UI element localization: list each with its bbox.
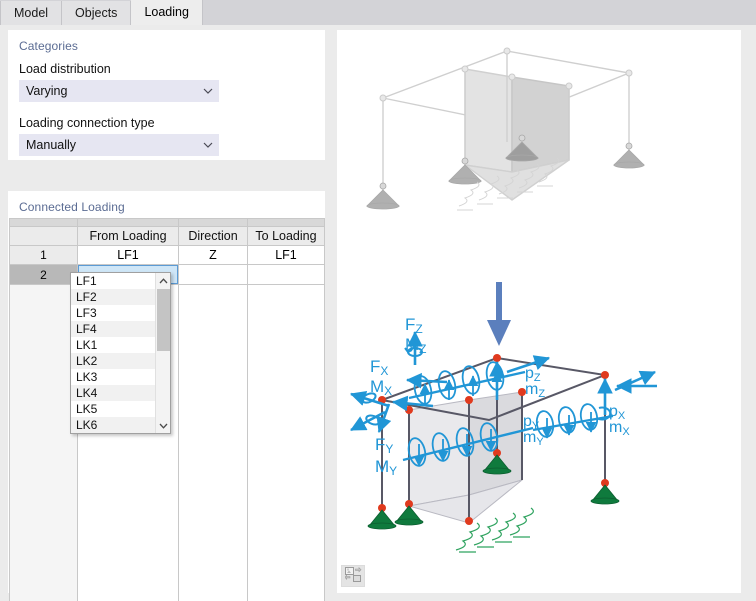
list-item[interactable]: LK1 [71, 337, 156, 353]
cell-to-loading[interactable] [247, 264, 325, 285]
dropdown-options: LF1 LF2 LF3 LF4 LK1 LK2 LK3 LK4 LK5 LK6 [71, 273, 156, 433]
insert-image-button[interactable] [341, 565, 365, 587]
list-item[interactable]: LK4 [71, 385, 156, 401]
cell-from-loading[interactable]: LF1 [77, 245, 179, 265]
label-Fy: FY [375, 435, 393, 456]
cell-direction[interactable] [178, 264, 248, 285]
subheader-cell-rownum [9, 218, 78, 227]
chevron-down-icon [203, 141, 213, 149]
structural-frame-ghost-diagram [366, 47, 645, 211]
load-distribution-combobox[interactable]: Varying [19, 80, 219, 102]
chevron-up-icon[interactable] [156, 273, 170, 288]
load-distribution-label: Load distribution [19, 62, 111, 76]
row-number[interactable]: 2 [9, 264, 78, 285]
list-item[interactable]: LK6 [71, 417, 156, 433]
loading-connection-type-value: Manually [26, 138, 77, 152]
empty-rownum-column [9, 284, 78, 601]
list-item[interactable]: LF2 [71, 289, 156, 305]
label-Mx: MX [370, 377, 392, 398]
table-header-row: From Loading Direction To Loading [9, 226, 325, 246]
connected-loading-title: Connected Loading [19, 200, 125, 214]
column-header-to-loading[interactable]: To Loading [247, 226, 325, 246]
preview-panel: FZ MZ FX MX FY MY pZ mZ pY mY pX mX [337, 30, 741, 593]
label-mx: mX [609, 419, 630, 438]
chevron-down-icon [203, 87, 213, 95]
load-distribution-value: Varying [26, 84, 68, 98]
label-mz: mZ [525, 381, 545, 400]
label-My: MY [375, 457, 397, 478]
list-item[interactable]: LK3 [71, 369, 156, 385]
cell-to-loading[interactable]: LF1 [247, 245, 325, 265]
empty-direction-column [178, 284, 248, 601]
label-my: mY [523, 429, 544, 448]
left-panel: Categories Load distribution Varying Loa… [0, 25, 330, 601]
tab-objects[interactable]: Objects [62, 1, 132, 25]
column-header-from-loading[interactable]: From Loading [77, 226, 179, 246]
categories-title: Categories [19, 39, 79, 53]
column-header-rownum [9, 226, 78, 246]
load-direction-diagram: FZ MZ FX MX FY MY pZ mZ pY mY pX mX [350, 282, 657, 553]
list-item[interactable]: LK2 [71, 353, 156, 369]
tab-model[interactable]: Model [0, 1, 63, 25]
cell-direction[interactable]: Z [178, 245, 248, 265]
row-number[interactable]: 1 [9, 245, 78, 265]
tab-bar-filler [202, 0, 756, 25]
empty-to-column [247, 284, 325, 601]
subheader-cell-to [247, 218, 325, 227]
list-item[interactable]: LF1 [71, 273, 156, 289]
tab-bar: Model Objects Loading [0, 0, 756, 25]
loading-connection-type-combobox[interactable]: Manually [19, 134, 219, 156]
picture-transfer-icon [344, 566, 362, 586]
label-Mz: MZ [405, 335, 427, 356]
chevron-down-icon[interactable] [156, 418, 170, 433]
column-header-direction[interactable]: Direction [178, 226, 248, 246]
table-subheader-row [9, 218, 325, 227]
subheader-cell-from [77, 218, 179, 227]
from-loading-dropdown-list[interactable]: LF1 LF2 LF3 LF4 LK1 LK2 LK3 LK4 LK5 LK6 [70, 272, 171, 434]
label-Fx: FX [370, 357, 388, 378]
application-window: Model Objects Loading Categories Load di… [0, 0, 756, 601]
scrollbar-thumb[interactable] [157, 289, 170, 351]
list-item[interactable]: LF3 [71, 305, 156, 321]
vertical-load-arrow [487, 282, 511, 346]
loading-connection-type-label: Loading connection type [19, 116, 155, 130]
list-item[interactable]: LK5 [71, 401, 156, 417]
table-row[interactable]: 1 LF1 Z LF1 [9, 245, 325, 265]
list-item[interactable]: LF4 [71, 321, 156, 337]
tab-loading[interactable]: Loading [131, 0, 203, 25]
dropdown-scrollbar[interactable] [155, 273, 170, 433]
subheader-cell-direction [178, 218, 248, 227]
label-Fz: FZ [405, 315, 423, 336]
categories-section: Categories Load distribution Varying Loa… [8, 30, 325, 160]
